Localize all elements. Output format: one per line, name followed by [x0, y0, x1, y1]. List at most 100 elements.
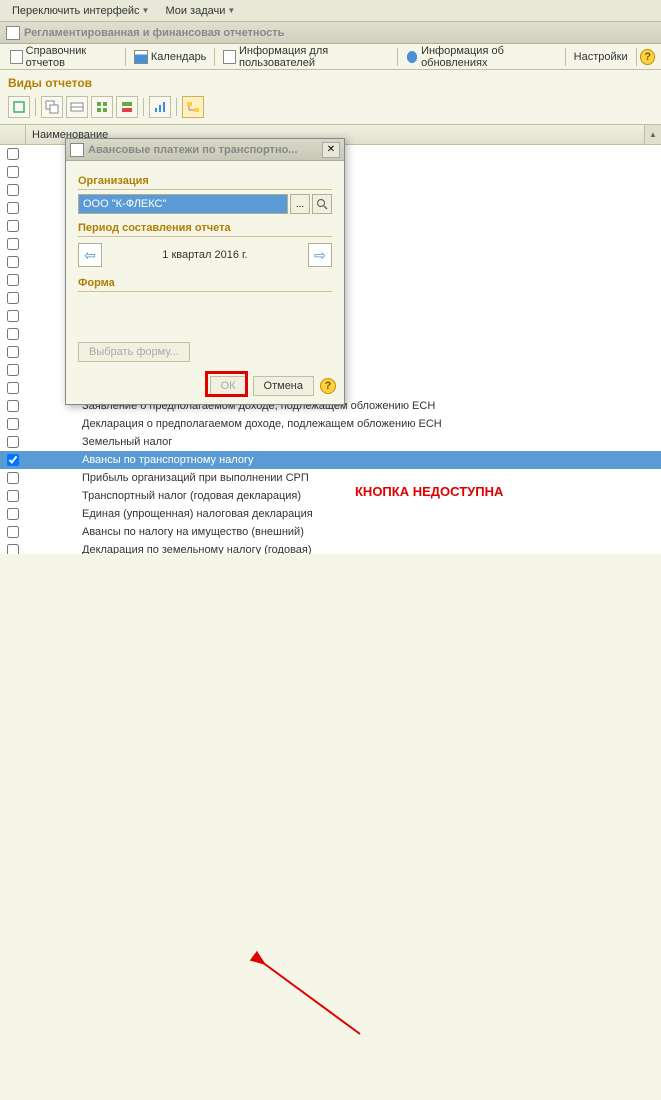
arrow-annotation: [0, 554, 661, 1100]
dialog-body: Организация ... Период составления отчет…: [66, 161, 344, 370]
dialog-titlebar[interactable]: Авансовые платежи по транспортно... ✕: [66, 139, 344, 161]
row-checkbox[interactable]: [7, 274, 19, 286]
table-row[interactable]: Единая (упрощенная) налоговая декларация: [0, 505, 661, 523]
scroll-up-button[interactable]: ▲: [645, 125, 661, 144]
row-checkbox-cell: [0, 472, 26, 484]
close-button[interactable]: ✕: [322, 142, 340, 158]
period-value: 1 квартал 2016 г.: [102, 249, 308, 261]
calendar-icon: [134, 50, 148, 64]
row-checkbox[interactable]: [7, 220, 19, 232]
user-info-button[interactable]: Информация для пользователей: [219, 43, 392, 71]
doc-icon: [223, 50, 236, 64]
update-info-label: Информация об обновлениях: [421, 45, 557, 69]
icon-tool-tree[interactable]: [182, 96, 204, 118]
switch-interface-menu[interactable]: Переключить интерфейс ▼: [6, 3, 155, 19]
main-toolbar: Справочник отчетов Календарь Информация …: [0, 44, 661, 70]
row-checkbox[interactable]: [7, 544, 19, 554]
row-checkbox[interactable]: [7, 238, 19, 250]
reference-reports-button[interactable]: Справочник отчетов: [6, 43, 121, 71]
row-checkbox[interactable]: [7, 328, 19, 340]
update-info-button[interactable]: Информация об обновлениях: [402, 43, 561, 71]
period-next-button[interactable]: ⇨: [308, 243, 332, 267]
row-checkbox[interactable]: [7, 256, 19, 268]
app-icon: [6, 26, 20, 40]
icon-tool-1[interactable]: [8, 96, 30, 118]
separator: [565, 48, 566, 66]
table-row[interactable]: Земельный налог: [0, 433, 661, 451]
chevron-down-icon: ▼: [227, 6, 235, 15]
icon-toolbar: [0, 94, 661, 124]
row-checkbox-cell: [0, 256, 26, 268]
row-checkbox[interactable]: [7, 454, 19, 466]
row-checkbox[interactable]: [7, 310, 19, 322]
row-checkbox[interactable]: [7, 148, 19, 160]
table-row[interactable]: Авансы по транспортному налогу: [0, 451, 661, 469]
dialog-icon: [70, 143, 84, 157]
report-params-dialog: Авансовые платежи по транспортно... ✕ Ор…: [65, 138, 345, 405]
organization-input[interactable]: [78, 194, 288, 214]
reference-label: Справочник отчетов: [26, 45, 117, 69]
table-row[interactable]: Декларация по земельному налогу (годовая…: [0, 541, 661, 554]
icon-tool-chart[interactable]: [149, 96, 171, 118]
row-checkbox[interactable]: [7, 292, 19, 304]
table-row[interactable]: Декларация о предполагаемом доходе, подл…: [0, 415, 661, 433]
row-checkbox[interactable]: [7, 364, 19, 376]
row-checkbox[interactable]: [7, 382, 19, 394]
row-checkbox-cell: [0, 346, 26, 358]
table-row[interactable]: Прибыль организаций при выполнении СРП: [0, 469, 661, 487]
row-checkbox[interactable]: [7, 400, 19, 412]
row-checkbox[interactable]: [7, 202, 19, 214]
row-checkbox-cell: [0, 454, 26, 466]
period-prev-button[interactable]: ⇦: [78, 243, 102, 267]
row-text: Авансы по транспортному налогу: [26, 454, 661, 466]
dialog-title: Авансовые платежи по транспортно...: [88, 144, 318, 156]
annotation-text: КНОПКА НЕДОСТУПНА: [355, 484, 503, 499]
calendar-button[interactable]: Календарь: [130, 48, 211, 66]
settings-button[interactable]: Настройки: [570, 49, 632, 65]
ellipsis-button[interactable]: ...: [290, 194, 310, 214]
period-row: ⇦ 1 квартал 2016 г. ⇨: [78, 243, 332, 267]
icon-tool-5[interactable]: [116, 96, 138, 118]
calendar-label: Календарь: [151, 51, 207, 63]
lookup-button[interactable]: [312, 194, 332, 214]
row-checkbox[interactable]: [7, 472, 19, 484]
table-row[interactable]: Авансы по налогу на имущество (внешний): [0, 523, 661, 541]
organization-label: Организация: [78, 175, 332, 190]
window-titlebar: Регламентированная и финансовая отчетнос…: [0, 22, 661, 44]
dialog-footer: ОК Отмена ?: [66, 370, 344, 404]
row-checkbox[interactable]: [7, 346, 19, 358]
my-tasks-menu[interactable]: Мои задачи ▼: [159, 3, 241, 19]
checkbox-column-header: [0, 125, 26, 144]
row-checkbox[interactable]: [7, 508, 19, 520]
row-text: Авансы по налогу на имущество (внешний): [26, 526, 661, 538]
row-checkbox-cell: [0, 238, 26, 250]
dialog-help-button[interactable]: ?: [320, 378, 336, 394]
row-checkbox-cell: [0, 544, 26, 554]
icon-tool-2[interactable]: [41, 96, 63, 118]
row-text: Декларация о предполагаемом доходе, подл…: [26, 418, 661, 430]
table-row[interactable]: Транспортный налог (годовая декларация): [0, 487, 661, 505]
row-checkbox-cell: [0, 184, 26, 196]
organization-row: ...: [78, 194, 332, 214]
cancel-button[interactable]: Отмена: [253, 376, 314, 396]
row-checkbox[interactable]: [7, 184, 19, 196]
row-checkbox[interactable]: [7, 526, 19, 538]
separator: [397, 48, 398, 66]
row-checkbox[interactable]: [7, 490, 19, 502]
row-checkbox[interactable]: [7, 166, 19, 178]
row-checkbox[interactable]: [7, 436, 19, 448]
row-checkbox-cell: [0, 166, 26, 178]
separator: [176, 98, 177, 116]
settings-label: Настройки: [574, 51, 628, 63]
my-tasks-label: Мои задачи: [165, 5, 225, 17]
row-checkbox-cell: [0, 400, 26, 412]
row-checkbox-cell: [0, 418, 26, 430]
help-button[interactable]: ?: [640, 49, 655, 65]
row-checkbox[interactable]: [7, 418, 19, 430]
row-checkbox-cell: [0, 292, 26, 304]
icon-tool-4[interactable]: [91, 96, 113, 118]
ok-button: ОК: [210, 376, 247, 396]
row-text: Декларация по земельному налогу (годовая…: [26, 544, 661, 554]
icon-tool-3[interactable]: [66, 96, 88, 118]
form-label: Форма: [78, 277, 332, 292]
